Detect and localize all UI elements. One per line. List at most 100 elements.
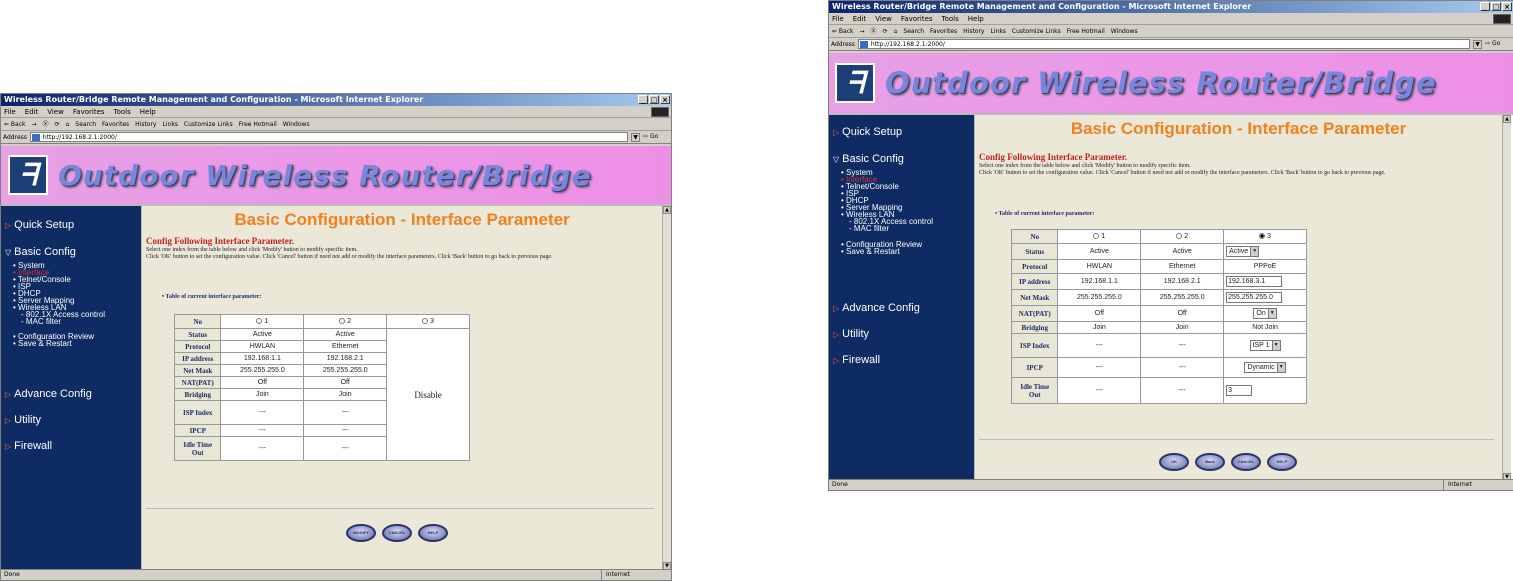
modify-button[interactable]: MODIFY: [346, 524, 376, 542]
radio-3[interactable]: [422, 318, 429, 325]
free-hotmail-link[interactable]: Free Hotmail: [239, 118, 277, 130]
menu-edit[interactable]: Edit: [25, 106, 39, 117]
scroll-up-icon[interactable]: ▲: [1503, 115, 1511, 123]
radio-2[interactable]: [1176, 233, 1183, 240]
menu-tools[interactable]: Tools: [114, 106, 131, 117]
favorites-button[interactable]: Favorites: [930, 25, 957, 37]
menu-edit[interactable]: Edit: [853, 13, 867, 24]
ok-button[interactable]: OK: [1159, 453, 1189, 471]
maximize-button[interactable]: □: [649, 95, 659, 104]
menu-view[interactable]: View: [47, 106, 64, 117]
back-button[interactable]: ⇐ Back: [4, 118, 26, 130]
stop-icon[interactable]: Ⓧ: [871, 25, 877, 37]
sidebar-item-firewall[interactable]: ▷ Firewall: [833, 354, 880, 366]
history-button[interactable]: History: [963, 25, 984, 37]
home-icon[interactable]: ⌂: [894, 25, 898, 37]
radio-2[interactable]: [339, 318, 346, 325]
menu-favorites[interactable]: Favorites: [73, 106, 105, 117]
chevron-down-icon[interactable]: ▼: [631, 132, 640, 142]
forward-button[interactable]: →: [32, 118, 37, 130]
links-label[interactable]: Links: [163, 118, 178, 130]
home-icon[interactable]: ⌂: [66, 118, 70, 130]
chevron-down-icon[interactable]: ▼: [1473, 39, 1482, 49]
sidebar-item-utility[interactable]: ▷ Utility: [5, 414, 41, 426]
sidebar-item-advance-config[interactable]: ▷ Advance Config: [833, 302, 920, 314]
scroll-up-icon[interactable]: ▲: [663, 206, 671, 214]
minimize-button[interactable]: _: [1480, 2, 1490, 11]
sidebar-sub-save-restart[interactable]: • Save & Restart: [841, 248, 900, 256]
sidebar-sub-mac-filter[interactable]: - MAC filter: [849, 225, 889, 233]
windows-link[interactable]: Windows: [283, 118, 310, 130]
isp-index-select[interactable]: ISP 1 ▼: [1249, 340, 1281, 351]
radio-cell[interactable]: 3: [1223, 229, 1307, 244]
description-line-1: Select one index from the table below an…: [979, 163, 1191, 169]
address-input[interactable]: http://192.168.2.1:2000/: [29, 132, 628, 142]
radio-1[interactable]: [256, 318, 263, 325]
radio-cell[interactable]: 1: [220, 314, 305, 329]
nat-select[interactable]: On ▼: [1253, 308, 1277, 319]
menu-help[interactable]: Help: [140, 106, 156, 117]
back-button[interactable]: ⇐ Back: [832, 25, 854, 37]
customize-links[interactable]: Customize Links: [1012, 25, 1061, 37]
cancel-button[interactable]: CANCEL: [1231, 453, 1261, 471]
ipcp-select[interactable]: Dynamic ▼: [1244, 362, 1286, 373]
sidebar-item-advance-config[interactable]: ▷ Advance Config: [5, 388, 92, 400]
free-hotmail-link[interactable]: Free Hotmail: [1067, 25, 1105, 37]
back-page-button[interactable]: Back: [1195, 453, 1225, 471]
page-content: ᖷ Outdoor Wireless Router/Bridge ▷ Quick …: [1, 146, 671, 569]
row-label: IP address: [173, 352, 222, 365]
address-input[interactable]: http://192.168.2.1:2000/: [857, 39, 1470, 49]
menu-file[interactable]: File: [832, 13, 844, 24]
scroll-down-icon[interactable]: ▼: [663, 562, 671, 569]
sidebar-label: Firewall: [842, 354, 881, 366]
favorites-button[interactable]: Favorites: [102, 118, 129, 130]
menu-tools[interactable]: Tools: [942, 13, 959, 24]
windows-link[interactable]: Windows: [1111, 25, 1138, 37]
arrow-right-icon: ▷: [5, 220, 12, 230]
refresh-icon[interactable]: ⟳: [883, 25, 888, 37]
sidebar-item-quick-setup[interactable]: ▷ Quick Setup: [833, 126, 902, 138]
close-button[interactable]: ×: [660, 95, 670, 104]
vertical-scrollbar[interactable]: ▲ ▼: [662, 206, 671, 569]
sidebar-item-quick-setup[interactable]: ▷ Quick Setup: [5, 219, 74, 231]
help-button[interactable]: HELP: [418, 524, 448, 542]
sidebar-item-basic-config[interactable]: ▽ Basic Config: [833, 153, 904, 165]
close-button[interactable]: ×: [1502, 2, 1512, 11]
ip-address-input[interactable]: 192.168.3.1: [1226, 276, 1283, 287]
menu-help[interactable]: Help: [968, 13, 984, 24]
menu-view[interactable]: View: [875, 13, 892, 24]
radio-1[interactable]: [1093, 233, 1100, 240]
search-button[interactable]: Search: [75, 118, 96, 130]
search-button[interactable]: Search: [903, 25, 924, 37]
sidebar-sub-mac-filter[interactable]: - MAC filter: [21, 318, 61, 326]
refresh-icon[interactable]: ⟳: [55, 118, 60, 130]
minimize-button[interactable]: _: [638, 95, 648, 104]
net-mask-input[interactable]: 255.255.255.0: [1226, 292, 1283, 303]
menu-file[interactable]: File: [4, 106, 16, 117]
go-button[interactable]: ⇨ Go: [643, 132, 671, 142]
description-line-2: Click 'OK' button to set the configurati…: [146, 254, 553, 260]
go-button[interactable]: ⇨ Go: [1485, 39, 1513, 49]
sidebar-sub-save-restart[interactable]: • Save & Restart: [13, 340, 72, 348]
radio-cell[interactable]: 2: [303, 314, 388, 329]
forward-button[interactable]: →: [860, 25, 865, 37]
history-button[interactable]: History: [135, 118, 156, 130]
maximize-button[interactable]: □: [1491, 2, 1501, 11]
idle-timeout-input[interactable]: 3: [1226, 385, 1253, 396]
sidebar-item-firewall[interactable]: ▷ Firewall: [5, 440, 52, 452]
help-button[interactable]: HELP: [1267, 453, 1297, 471]
stop-icon[interactable]: Ⓧ: [43, 118, 49, 130]
radio-cell[interactable]: 3: [386, 314, 470, 329]
radio-3[interactable]: [1259, 233, 1266, 240]
status-select[interactable]: Active ▼: [1226, 246, 1260, 257]
vertical-scrollbar[interactable]: ▲ ▼: [1502, 115, 1511, 479]
cell-value: 2: [1184, 233, 1189, 240]
radio-cell[interactable]: 2: [1140, 229, 1225, 244]
sidebar-item-utility[interactable]: ▷ Utility: [833, 328, 869, 340]
customize-links[interactable]: Customize Links: [184, 118, 233, 130]
radio-cell[interactable]: 1: [1057, 229, 1142, 244]
cancel-button[interactable]: CANCEL: [382, 524, 412, 542]
menu-favorites[interactable]: Favorites: [901, 13, 933, 24]
sidebar-item-basic-config[interactable]: ▽ Basic Config: [5, 246, 76, 258]
links-label[interactable]: Links: [991, 25, 1006, 37]
